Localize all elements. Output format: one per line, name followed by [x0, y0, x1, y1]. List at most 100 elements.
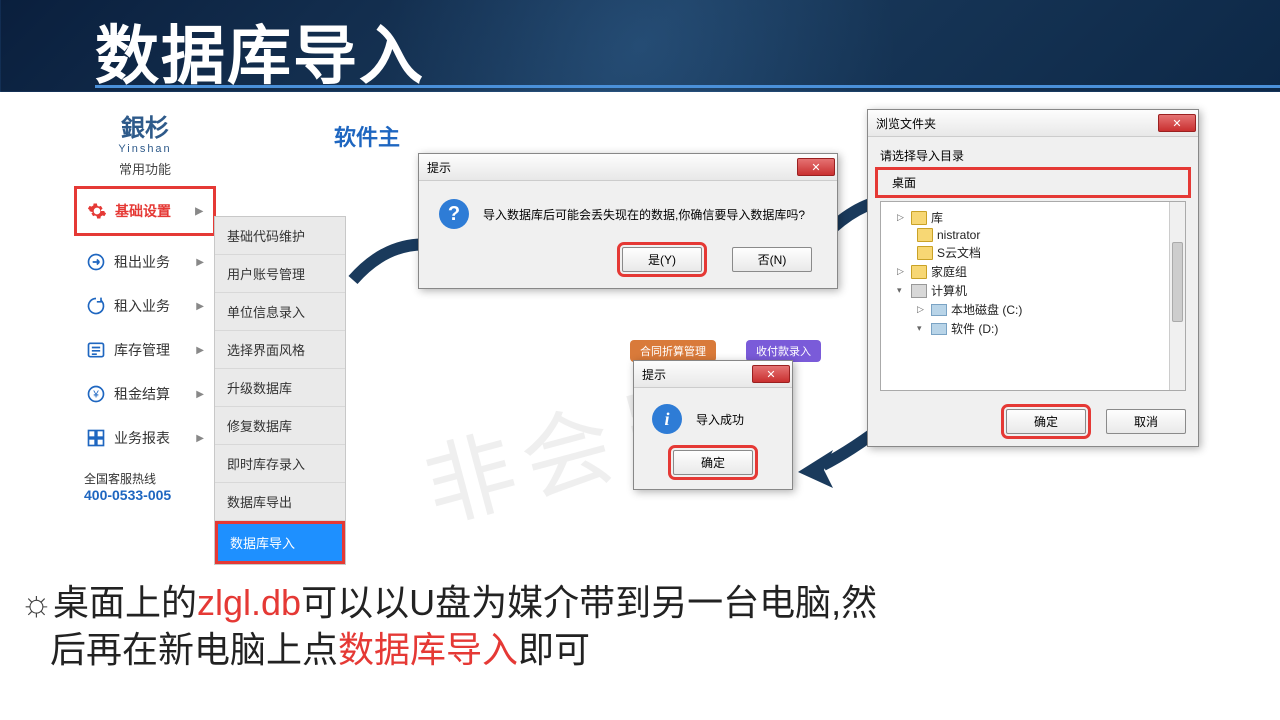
logo-subtitle: 常用功能: [76, 159, 214, 178]
menu-basic-settings[interactable]: 基础设置 ▶: [77, 189, 213, 233]
arrow-out-icon: [86, 252, 106, 272]
menu-rent-settlement[interactable]: ¥ 租金结算 ▶: [76, 372, 214, 416]
expand-icon[interactable]: ▷: [897, 212, 907, 223]
disk-icon: [931, 323, 947, 335]
menu-label: 租出业务: [114, 252, 170, 272]
tree-label: 计算机: [931, 282, 967, 299]
computer-icon: [911, 284, 927, 298]
menu-label: 基础设置: [115, 201, 171, 221]
menu-reports[interactable]: 业务报表 ▶: [76, 416, 214, 460]
confirm-dialog-body: ? 导入数据库后可能会丢失现在的数据,你确信要导入数据库吗?: [419, 181, 837, 247]
browse-dialog-buttons: 确定 取消: [868, 401, 1198, 446]
svg-text:¥: ¥: [92, 389, 99, 400]
bg-tab-payment: 收付款录入: [746, 340, 821, 362]
submenu-ui-style[interactable]: 选择界面风格: [215, 331, 345, 369]
menu-label: 租金结算: [114, 384, 170, 404]
sidebar: 銀杉 Yinshan 常用功能 基础设置 ▶ 租出业务 ▶ 租入业务 ▶ 库存管…: [76, 100, 214, 513]
browse-dialog-titlebar[interactable]: 浏览文件夹 ✕: [868, 110, 1198, 137]
submenu-db-export[interactable]: 数据库导出: [215, 483, 345, 521]
hotline-label: 全国客服热线: [84, 470, 206, 487]
menu-label: 租入业务: [114, 296, 170, 316]
menu-rent-out[interactable]: 租出业务 ▶: [76, 240, 214, 284]
logo: 銀杉 Yinshan 常用功能: [76, 100, 214, 182]
collapse-icon[interactable]: ▾: [897, 285, 907, 296]
instruction-text: ☼桌面上的zlgl.db可以以U盘为媒介带到另一台电脑,然 后再在新电脑上点数据…: [20, 580, 1260, 674]
tree-administrator[interactable]: nistrator: [887, 227, 1179, 243]
submenu-db-import[interactable]: 数据库导入: [218, 524, 342, 561]
browse-dialog-title: 浏览文件夹: [876, 115, 936, 132]
submenu-code-maint[interactable]: 基础代码维护: [215, 217, 345, 255]
chevron-right-icon: ▶: [195, 206, 203, 217]
close-icon[interactable]: ✕: [797, 158, 835, 176]
bg-tab-contract: 合同折算管理: [630, 340, 716, 362]
disk-icon: [931, 304, 947, 316]
folder-icon: [917, 228, 933, 242]
confirm-dialog-title: 提示: [427, 159, 451, 176]
menu-rent-in[interactable]: 租入业务 ▶: [76, 284, 214, 328]
highlight-box-basic-settings: 基础设置 ▶: [74, 186, 216, 236]
chevron-right-icon: ▶: [196, 345, 204, 356]
no-button[interactable]: 否(N): [732, 247, 812, 272]
confirm-dialog-buttons: 是(Y) 否(N): [419, 247, 837, 288]
tree-computer[interactable]: ▾ 计算机: [887, 281, 1179, 300]
tree-family-group[interactable]: ▷ 家庭组: [887, 262, 1179, 281]
browse-cancel-button[interactable]: 取消: [1106, 409, 1186, 434]
instr-mid: 可以以U盘为媒介带到另一台电脑,然: [301, 582, 877, 623]
close-icon[interactable]: ✕: [752, 365, 790, 383]
gear-icon: [87, 201, 107, 221]
hotline: 全国客服热线 400-0533-005: [76, 460, 214, 513]
tree-label: 库: [931, 209, 943, 226]
tree-label: 软件 (D:): [951, 320, 998, 337]
menu-inventory[interactable]: 库存管理 ▶: [76, 328, 214, 372]
success-dialog-body: i 导入成功: [634, 388, 792, 450]
browse-dialog-body: 请选择导入目录 桌面 ▷库 nistrator S云文档 ▷家庭组 ▾计算机 ▷…: [868, 137, 1198, 401]
chevron-right-icon: ▶: [196, 301, 204, 312]
menu-label: 库存管理: [114, 340, 170, 360]
folder-icon: [911, 265, 927, 279]
submenu-realtime-inv[interactable]: 即时库存录入: [215, 445, 345, 483]
tree-library[interactable]: ▷库: [887, 208, 1179, 227]
background-tabs: 合同折算管理 收付款录入: [630, 340, 821, 362]
confirm-dialog-titlebar[interactable]: 提示 ✕: [419, 154, 837, 181]
expand-icon[interactable]: ▷: [917, 304, 927, 315]
top-cut-label: 软件主: [334, 120, 400, 152]
folder-icon: [911, 211, 927, 225]
collapse-icon[interactable]: ▾: [917, 323, 927, 334]
page-title: 数据库导入: [95, 5, 425, 97]
tree-software-d[interactable]: ▾ 软件 (D:): [887, 319, 1179, 338]
tree-cloud-doc[interactable]: S云文档: [887, 243, 1179, 262]
expand-icon[interactable]: ▷: [897, 266, 907, 277]
submenu-upgrade-db[interactable]: 升级数据库: [215, 369, 345, 407]
tree-local-disk-c[interactable]: ▷ 本地磁盘 (C:): [887, 300, 1179, 319]
instr-line2a: 后再在新电脑上点: [50, 629, 338, 670]
tree-label: nistrator: [937, 228, 980, 242]
logo-text: 銀杉: [76, 108, 214, 143]
tree-label: 本地磁盘 (C:): [951, 301, 1022, 318]
chevron-right-icon: ▶: [196, 257, 204, 268]
scrollbar-thumb[interactable]: [1172, 242, 1183, 322]
close-icon[interactable]: ✕: [1158, 114, 1196, 132]
instr-prefix: 桌面上的: [53, 582, 197, 623]
tree-label: 家庭组: [931, 263, 967, 280]
title-underline: [95, 85, 1280, 88]
submenu-user-account[interactable]: 用户账号管理: [215, 255, 345, 293]
tree-scrollbar[interactable]: [1169, 202, 1185, 390]
chevron-right-icon: ▶: [196, 389, 204, 400]
ok-button[interactable]: 确定: [673, 450, 753, 475]
success-dialog-titlebar[interactable]: 提示 ✕: [634, 361, 792, 388]
submenu-repair-db[interactable]: 修复数据库: [215, 407, 345, 445]
info-icon: i: [652, 404, 682, 434]
menu-label: 业务报表: [114, 428, 170, 448]
success-dialog-title: 提示: [642, 366, 666, 383]
tree-label: S云文档: [937, 244, 981, 261]
folder-tree[interactable]: ▷库 nistrator S云文档 ▷家庭组 ▾计算机 ▷本地磁盘 (C:) ▾…: [880, 201, 1186, 391]
confirm-dialog-message: 导入数据库后可能会丢失现在的数据,你确信要导入数据库吗?: [483, 206, 805, 223]
browse-ok-button[interactable]: 确定: [1006, 409, 1086, 434]
highlight-box-db-import: 数据库导入: [215, 521, 345, 564]
submenu-unit-info[interactable]: 单位信息录入: [215, 293, 345, 331]
yes-button[interactable]: 是(Y): [622, 247, 702, 272]
submenu: 基础代码维护 用户账号管理 单位信息录入 选择界面风格 升级数据库 修复数据库 …: [214, 216, 346, 565]
sun-icon: ☼: [20, 582, 53, 623]
selected-folder-row[interactable]: 桌面: [880, 172, 1186, 193]
refresh-icon: [86, 296, 106, 316]
